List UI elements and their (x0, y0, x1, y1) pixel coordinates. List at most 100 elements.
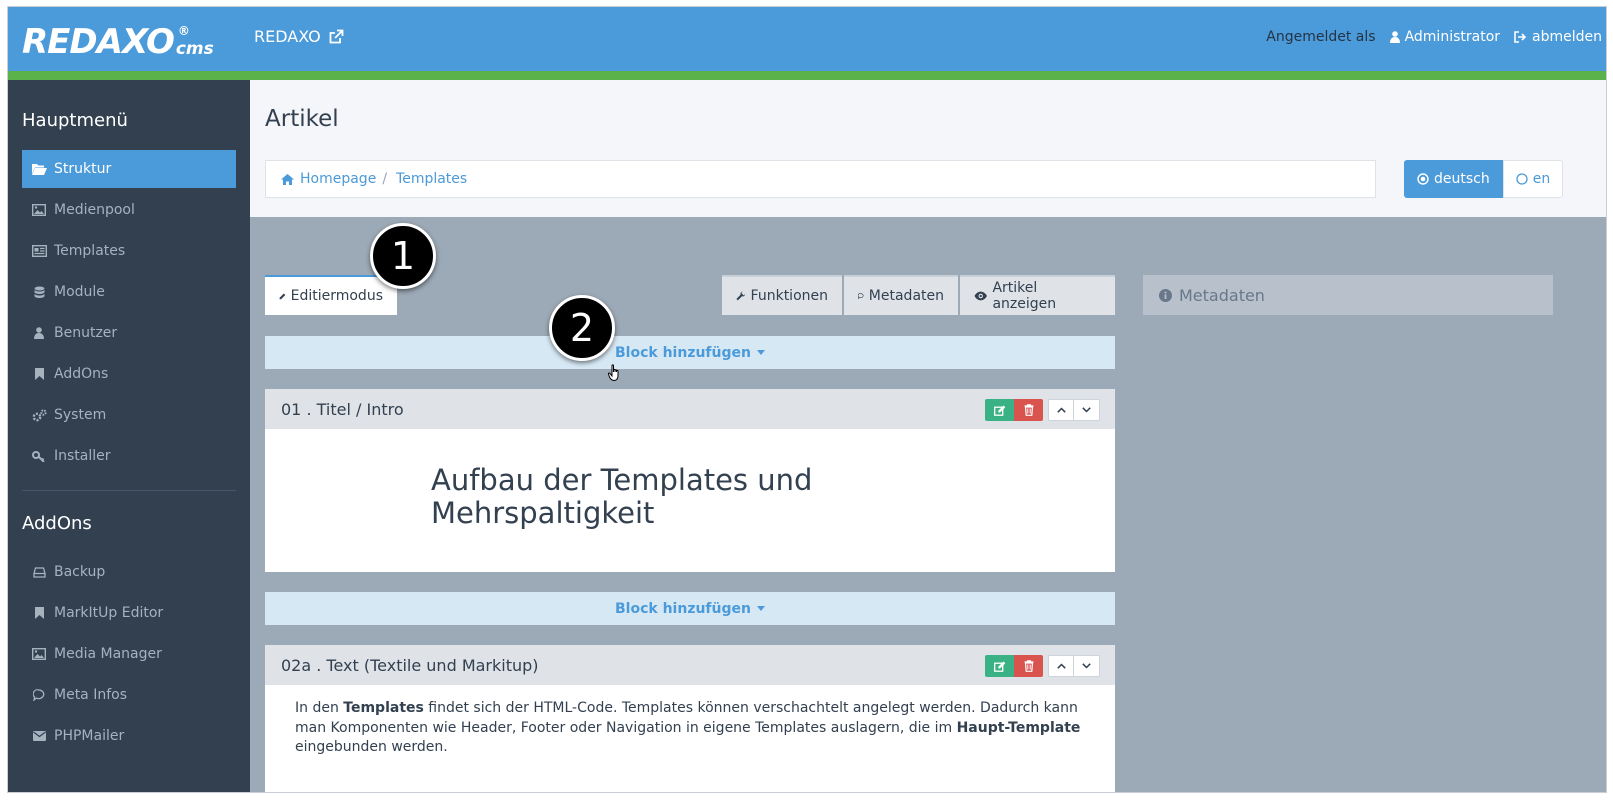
annotation-badge-2: 2 (549, 295, 615, 361)
edit-slice-button[interactable] (985, 655, 1014, 677)
tab-metadaten[interactable]: Metadaten (844, 275, 958, 315)
breadcrumb-templates[interactable]: Templates (396, 171, 467, 187)
sidebar-item-label: Struktur (54, 161, 112, 177)
sidebar-item-label: PHPMailer (54, 728, 125, 744)
sidebar-item-meta-infos[interactable]: Meta Infos (22, 676, 236, 714)
metadata-panel-header[interactable]: Metadaten (1143, 275, 1553, 315)
sidebar-item-label: Benutzer (54, 325, 118, 341)
slice-buttons (985, 655, 1100, 677)
tab-label: Funktionen (750, 288, 828, 304)
caret-down-icon (756, 606, 765, 611)
sidebar-item-benutzer[interactable]: Benutzer (22, 314, 236, 352)
logged-in-label: Angemeldet als (1266, 29, 1376, 45)
user-name: Administrator (1404, 29, 1501, 45)
browser-window: REDAXO ® cms REDAXO Angemeldet als Admini… (7, 6, 1607, 793)
logo-cms: cms (175, 39, 214, 59)
chevron-up-icon (1056, 407, 1066, 413)
tab-artikel-anzeigen[interactable]: Artikel anzeigen (960, 275, 1115, 315)
sidebar-item-media-manager[interactable]: Media Manager (22, 635, 236, 673)
sidebar-item-phpmailer[interactable]: PHPMailer (22, 717, 236, 755)
delete-slice-button[interactable] (1014, 655, 1043, 677)
sidebar-item-installer[interactable]: Installer (22, 437, 236, 475)
chevron-down-icon (1082, 663, 1091, 669)
database-icon (27, 286, 51, 299)
sidebar-divider (22, 490, 236, 491)
language-deutsch[interactable]: deutsch (1404, 160, 1503, 198)
envelope-icon (27, 731, 51, 741)
sidebar-item-module[interactable]: Module (22, 273, 236, 311)
move-down-button[interactable] (1074, 399, 1100, 421)
language-switch: deutsch en (1404, 160, 1564, 198)
sidebar-item-backup[interactable]: Backup (22, 553, 236, 591)
newspaper-icon (27, 245, 51, 257)
tab-editiermodus[interactable]: Editiermodus (265, 275, 397, 315)
delete-slice-button[interactable] (1014, 399, 1043, 421)
sidebar-item-label: Installer (54, 448, 111, 464)
user-icon (27, 327, 51, 339)
wrench-icon (736, 291, 746, 301)
language-en[interactable]: en (1502, 160, 1564, 198)
add-block-label: Block hinzufügen (615, 600, 751, 617)
move-up-button[interactable] (1048, 399, 1074, 421)
metadata-panel-title: Metadaten (1179, 285, 1265, 305)
slice-block: 02a . Text (Textile und Markitup) In den… (265, 645, 1115, 792)
bookmark-icon (27, 368, 51, 380)
sidebar-item-struktur[interactable]: Struktur (22, 150, 236, 188)
sidebar-item-templates[interactable]: Templates (22, 232, 236, 270)
site-link-label: REDAXO (254, 27, 321, 46)
sidebar-item-label: AddOns (54, 366, 109, 382)
chevron-up-icon (1056, 663, 1066, 669)
slice-text: In den Templates findet sich der HTML-Co… (265, 685, 1115, 772)
edit-slice-button[interactable] (985, 399, 1014, 421)
sidebar-item-system[interactable]: System (22, 396, 236, 434)
add-block-button[interactable]: Block hinzufügen (265, 592, 1115, 625)
image-icon (27, 204, 51, 216)
text-segment: In den (295, 700, 344, 716)
content-area: Editiermodus Funktionen Metadaten Artike… (250, 217, 1606, 792)
tab-label: Editiermodus (290, 288, 383, 304)
key-icon (27, 450, 51, 462)
chevron-down-icon (1082, 407, 1091, 413)
sidebar-item-label: System (54, 407, 107, 423)
language-label: deutsch (1434, 171, 1490, 187)
logo-word: REDAXO (22, 22, 175, 62)
sidebar-item-label: Medienpool (54, 202, 135, 218)
add-block-label: Block hinzufügen (615, 344, 751, 361)
move-up-button[interactable] (1048, 655, 1074, 677)
text-bold: Templates (343, 700, 424, 716)
sign-out-icon (1514, 31, 1527, 43)
sidebar-item-markitup[interactable]: MarkItUp Editor (22, 594, 236, 632)
breadcrumb: Homepage / Templates (265, 160, 1376, 198)
sidebar-item-label: Backup (54, 564, 106, 580)
trash-icon (1024, 660, 1033, 672)
hand-cursor-icon (608, 364, 619, 382)
external-link-icon (329, 29, 344, 43)
slice-buttons (985, 399, 1100, 421)
logout-label: abmelden (1532, 29, 1602, 45)
bookmark-icon (27, 607, 51, 619)
accent-stripe (8, 71, 1606, 80)
annotation-badge-1: 1 (370, 223, 436, 289)
slice-header: 02a . Text (Textile und Markitup) (265, 645, 1115, 685)
sidebar: Hauptmenü Struktur Medienpool Templates … (8, 80, 250, 792)
add-block-button[interactable]: Block hinzufügen (265, 336, 1115, 369)
comment-icon (858, 293, 864, 300)
breadcrumb-homepage[interactable]: Homepage (300, 171, 376, 187)
logo-suffix: ® cms (175, 24, 214, 59)
sidebar-item-addons[interactable]: AddOns (22, 355, 236, 393)
edit-icon (993, 405, 1005, 416)
sidebar-item-medienpool[interactable]: Medienpool (22, 191, 236, 229)
logout-link[interactable]: abmelden (1514, 29, 1602, 45)
move-down-button[interactable] (1074, 655, 1100, 677)
user-link[interactable]: Administrator (1389, 29, 1501, 45)
home-icon (281, 173, 294, 185)
tab-label: Artikel anzeigen (992, 280, 1057, 312)
sidebar-item-label: MarkItUp Editor (54, 605, 164, 621)
sidebar-heading-addons: AddOns (22, 513, 92, 534)
site-link[interactable]: REDAXO (254, 27, 344, 46)
trash-icon (1024, 404, 1033, 416)
redaxo-logo[interactable]: REDAXO ® cms (22, 19, 214, 59)
language-label: en (1532, 171, 1551, 187)
image-icon (27, 648, 51, 660)
tab-funktionen[interactable]: Funktionen (722, 275, 842, 315)
